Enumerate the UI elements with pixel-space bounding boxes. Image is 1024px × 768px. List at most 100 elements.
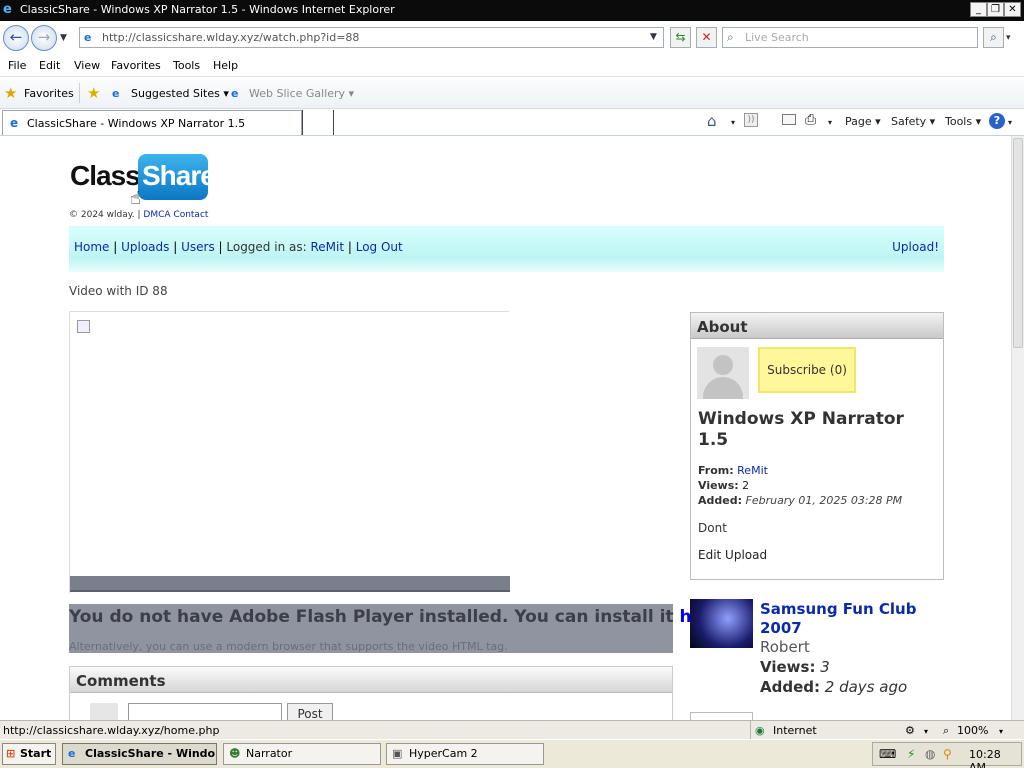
keyboard-tray-icon[interactable]: ⌨ — [879, 747, 896, 761]
volume-tray-icon[interactable]: ◍ — [925, 747, 935, 761]
ie-logo-icon: e — [3, 2, 12, 17]
status-url: http://classicshare.wlday.xyz/home.php — [3, 724, 220, 737]
search-options-dropdown[interactable]: ▾ — [1006, 33, 1011, 43]
menu-file[interactable]: File — [8, 59, 26, 72]
system-tray: ⌨ ⚡ ◍ ⚲ 10:28 AM — [872, 742, 1022, 768]
minimize-button[interactable]: _ — [970, 2, 987, 17]
copyright-text: © 2024 wlday. — [69, 210, 135, 220]
window-title: ClassicShare - Windows XP Narrator 1.5 -… — [20, 3, 395, 16]
player-control-bar[interactable] — [70, 576, 510, 592]
search-tray-icon[interactable]: ⚲ — [943, 747, 952, 761]
nav-username-link[interactable]: ReMit — [310, 240, 344, 254]
safety-menu-button[interactable]: Safety ▾ — [891, 115, 935, 128]
protected-mode-icon[interactable]: ⚙ — [905, 724, 915, 737]
task-narrator-label: Narrator — [246, 747, 293, 760]
scrollbar-thumb[interactable] — [1013, 138, 1023, 348]
print-icon[interactable]: ⎙ — [805, 112, 816, 128]
tab-classicshare[interactable]: e ClassicShare - Windows XP Narrator 1.5 — [2, 110, 302, 135]
new-tab-button[interactable] — [302, 110, 334, 135]
from-user-link[interactable]: ReMit — [737, 464, 768, 477]
task-ie-label: ClassicShare - Windo... — [85, 747, 217, 760]
back-arrow-icon: ← — [9, 28, 23, 46]
menu-tools[interactable]: Tools — [173, 59, 200, 72]
zoom-level[interactable]: 100% — [957, 724, 988, 737]
feeds-icon[interactable]: )) — [744, 113, 758, 127]
start-button[interactable]: ⊞ Start — [2, 743, 56, 765]
nav-separator: | — [344, 240, 356, 254]
refresh-button[interactable]: ⇆ — [670, 27, 691, 48]
protected-mode-dropdown[interactable]: ▾ — [924, 727, 928, 736]
status-divider — [750, 721, 751, 739]
nav-users-link[interactable]: Users — [181, 240, 215, 254]
menu-favorites[interactable]: Favorites — [111, 59, 161, 72]
avatar-body-shape — [703, 377, 743, 399]
classicshare-logo[interactable]: Classic Share ☝ — [70, 154, 216, 209]
video-id-text: Video with ID 88 — [69, 284, 168, 298]
nav-home-link[interactable]: Home — [74, 240, 109, 254]
related-video-thumbnail[interactable] — [690, 599, 753, 648]
network-tray-icon[interactable]: ⚡ — [907, 747, 915, 761]
web-slice-gallery-link[interactable]: Web Slice Gallery ▾ — [249, 87, 354, 100]
back-button[interactable]: ← — [3, 25, 29, 51]
post-comment-button[interactable]: Post — [287, 703, 333, 720]
search-box[interactable]: ⌕ Live Search — [722, 27, 978, 48]
logo-share-badge: Share — [138, 154, 216, 200]
status-bar: http://classicshare.wlday.xyz/home.php ◉… — [0, 720, 1024, 739]
video-player[interactable] — [69, 311, 510, 593]
related-video-title-link[interactable]: Samsung Fun Club 2007 — [760, 600, 940, 638]
related-video-added: Added: 2 days ago — [760, 678, 907, 696]
edit-upload-link[interactable]: Edit Upload — [698, 548, 767, 562]
read-mail-icon[interactable] — [782, 114, 796, 125]
subscribe-button[interactable]: Subscribe (0) — [758, 347, 856, 393]
add-favorite-icon[interactable]: ★ — [87, 84, 100, 102]
close-window-button[interactable]: ✕ — [1004, 2, 1021, 17]
zoom-dropdown[interactable]: ▾ — [999, 727, 1003, 736]
task-ie[interactable]: e ClassicShare - Windo... — [62, 743, 217, 765]
address-bar[interactable]: e http://classicshare.wlday.xyz/watch.ph… — [79, 27, 664, 48]
vertical-scrollbar[interactable] — [1011, 136, 1024, 720]
search-button[interactable]: ⌕ — [983, 27, 1004, 48]
title-bar: e ClassicShare - Windows XP Narrator 1.5… — [0, 0, 1024, 21]
forward-button[interactable]: → — [31, 25, 57, 51]
web-slice-icon: e — [231, 87, 239, 100]
maximize-button[interactable]: ❐ — [987, 2, 1004, 17]
related-added-date: 2 days ago — [824, 678, 908, 696]
task-narrator[interactable]: ☻ Narrator — [223, 743, 381, 765]
video-title: Windows XP Narrator 1.5 — [698, 409, 904, 450]
history-dropdown-icon[interactable]: ▼ — [60, 33, 67, 43]
menu-edit[interactable]: Edit — [39, 59, 60, 72]
dmca-link[interactable]: DMCA — [143, 210, 170, 220]
contact-link[interactable]: Contact — [173, 210, 208, 220]
task-hypercam-icon: ▣ — [392, 747, 403, 760]
comments-header: Comments — [70, 667, 672, 693]
home-icon[interactable]: ⌂ — [707, 112, 717, 130]
page-menu-button[interactable]: Page ▾ — [845, 115, 881, 128]
task-ie-icon: e — [68, 747, 76, 760]
tray-clock[interactable]: 10:28 AM — [969, 748, 1021, 768]
comment-input[interactable] — [128, 703, 282, 720]
suggested-sites-link[interactable]: Suggested Sites ▾ — [131, 87, 229, 100]
stop-button[interactable]: ✕ — [696, 27, 717, 48]
address-dropdown-icon[interactable]: ▼ — [650, 32, 657, 42]
help-dropdown-icon[interactable]: ▾ — [1008, 118, 1012, 127]
menu-help[interactable]: Help — [213, 59, 238, 72]
uploader-avatar[interactable] — [697, 347, 749, 399]
site-nav-links: Home | Uploads | Users | Logged in as: R… — [74, 240, 403, 254]
help-icon[interactable]: ? — [989, 113, 1005, 129]
home-dropdown-icon[interactable]: ▾ — [731, 118, 735, 127]
address-url[interactable]: http://classicshare.wlday.xyz/watch.php?… — [102, 31, 359, 44]
nav-upload-link[interactable]: Upload! — [892, 240, 939, 254]
favorites-button[interactable]: Favorites — [24, 87, 74, 100]
next-related-video-thumbnail[interactable] — [690, 712, 753, 720]
task-hypercam[interactable]: ▣ HyperCam 2 — [386, 743, 544, 765]
favorites-star-icon: ★ — [4, 84, 18, 102]
about-panel: About Subscribe (0) Windows XP Narrator … — [690, 312, 944, 580]
live-search-icon: ⌕ — [727, 30, 734, 44]
tools-menu-button[interactable]: Tools ▾ — [945, 115, 981, 128]
nav-logout-link[interactable]: Log Out — [356, 240, 403, 254]
about-heading: About — [697, 318, 748, 336]
print-dropdown-icon[interactable]: ▾ — [828, 118, 832, 127]
nav-uploads-link[interactable]: Uploads — [121, 240, 169, 254]
menu-view[interactable]: View — [74, 59, 100, 72]
tab-row: e ClassicShare - Windows XP Narrator 1.5… — [0, 109, 1024, 136]
